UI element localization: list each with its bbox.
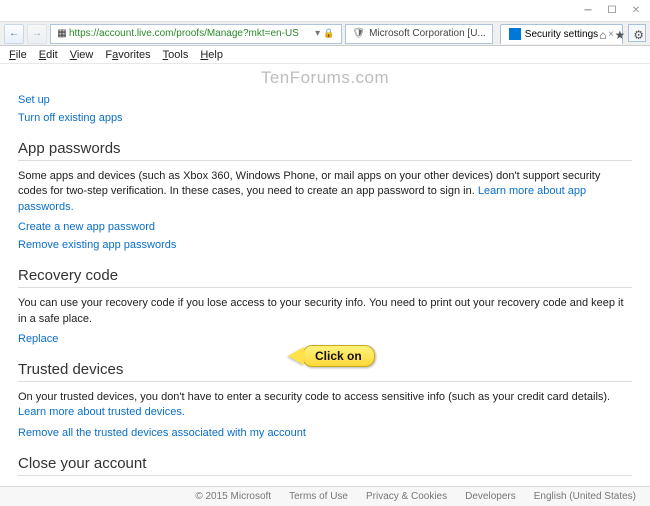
dropdown-icon[interactable]: ▾	[315, 28, 320, 39]
tab-favicon	[509, 28, 521, 40]
back-button[interactable]: ←	[4, 24, 24, 44]
app-passwords-text: Some apps and devices (such as Xbox 360,…	[18, 169, 632, 215]
menu-help[interactable]: Help	[195, 48, 228, 62]
recovery-heading: Recovery code	[18, 267, 632, 284]
window-titlebar: ─ ☐ ✕	[0, 0, 650, 22]
learn-trusted-link[interactable]: Learn more about trusted devices.	[18, 406, 185, 418]
menu-edit[interactable]: Edit	[34, 48, 63, 62]
app-passwords-heading: App passwords	[18, 140, 632, 157]
url-input[interactable]: ▦ https://account.live.com/proofs/Manage…	[50, 24, 342, 44]
tab-title: Security settings	[525, 29, 598, 40]
maximize-button[interactable]: ☐	[600, 2, 624, 20]
forward-button[interactable]: →	[27, 24, 47, 44]
footer-privacy[interactable]: Privacy & Cookies	[366, 491, 447, 502]
footer-language[interactable]: English (United States)	[534, 491, 636, 502]
replace-link[interactable]: Replace	[18, 333, 632, 345]
close-button[interactable]: ✕	[624, 2, 648, 20]
tools-icon[interactable]: ⚙	[633, 28, 644, 42]
watermark-text: TenForums.com	[18, 64, 632, 88]
trusted-body: On your trusted devices, you don't have …	[18, 391, 610, 403]
url-text: https://account.live.com/proofs/Manage?m…	[69, 28, 299, 39]
page-icon: ▦	[55, 27, 69, 41]
recovery-text: You can use your recovery code if you lo…	[18, 296, 632, 327]
copyright-text: © 2015 Microsoft	[195, 491, 271, 502]
setup-link[interactable]: Set up	[18, 94, 632, 106]
menu-favorites[interactable]: Favorites	[100, 48, 155, 62]
page-content: TenForums.com Set up Turn off existing a…	[0, 64, 650, 486]
divider	[18, 475, 632, 476]
divider	[18, 381, 632, 382]
trusted-text: On your trusted devices, you don't have …	[18, 390, 632, 421]
address-bar: ← → ▦ https://account.live.com/proofs/Ma…	[0, 22, 650, 46]
shield-icon: 🛡	[352, 28, 365, 39]
page-footer: © 2015 Microsoft Terms of Use Privacy & …	[0, 486, 650, 506]
menu-view[interactable]: View	[65, 48, 99, 62]
divider	[18, 287, 632, 288]
turnoff-link[interactable]: Turn off existing apps	[18, 112, 632, 124]
home-icon[interactable]: ⌂	[599, 28, 606, 42]
cert-label: Microsoft Corporation [U...	[369, 28, 486, 39]
lock-icon: 🔒	[323, 28, 334, 39]
callout-annotation: Click on	[288, 345, 375, 367]
remove-trusted-link[interactable]: Remove all the trusted devices associate…	[18, 427, 632, 439]
footer-developers[interactable]: Developers	[465, 491, 516, 502]
menu-file[interactable]: File	[4, 48, 32, 62]
footer-terms[interactable]: Terms of Use	[289, 491, 348, 502]
callout-label: Click on	[302, 345, 375, 367]
remove-app-pw-link[interactable]: Remove existing app passwords	[18, 239, 632, 251]
minimize-button[interactable]: ─	[576, 2, 600, 20]
menu-bar: File Edit View Favorites Tools Help	[0, 46, 650, 64]
certificate-badge[interactable]: 🛡 Microsoft Corporation [U...	[345, 24, 492, 44]
divider	[18, 160, 632, 161]
callout-arrow	[288, 347, 304, 365]
create-app-pw-link[interactable]: Create a new app password	[18, 221, 632, 233]
close-account-heading: Close your account	[18, 455, 632, 472]
favorites-icon[interactable]: ★	[614, 28, 625, 42]
menu-tools[interactable]: Tools	[158, 48, 194, 62]
